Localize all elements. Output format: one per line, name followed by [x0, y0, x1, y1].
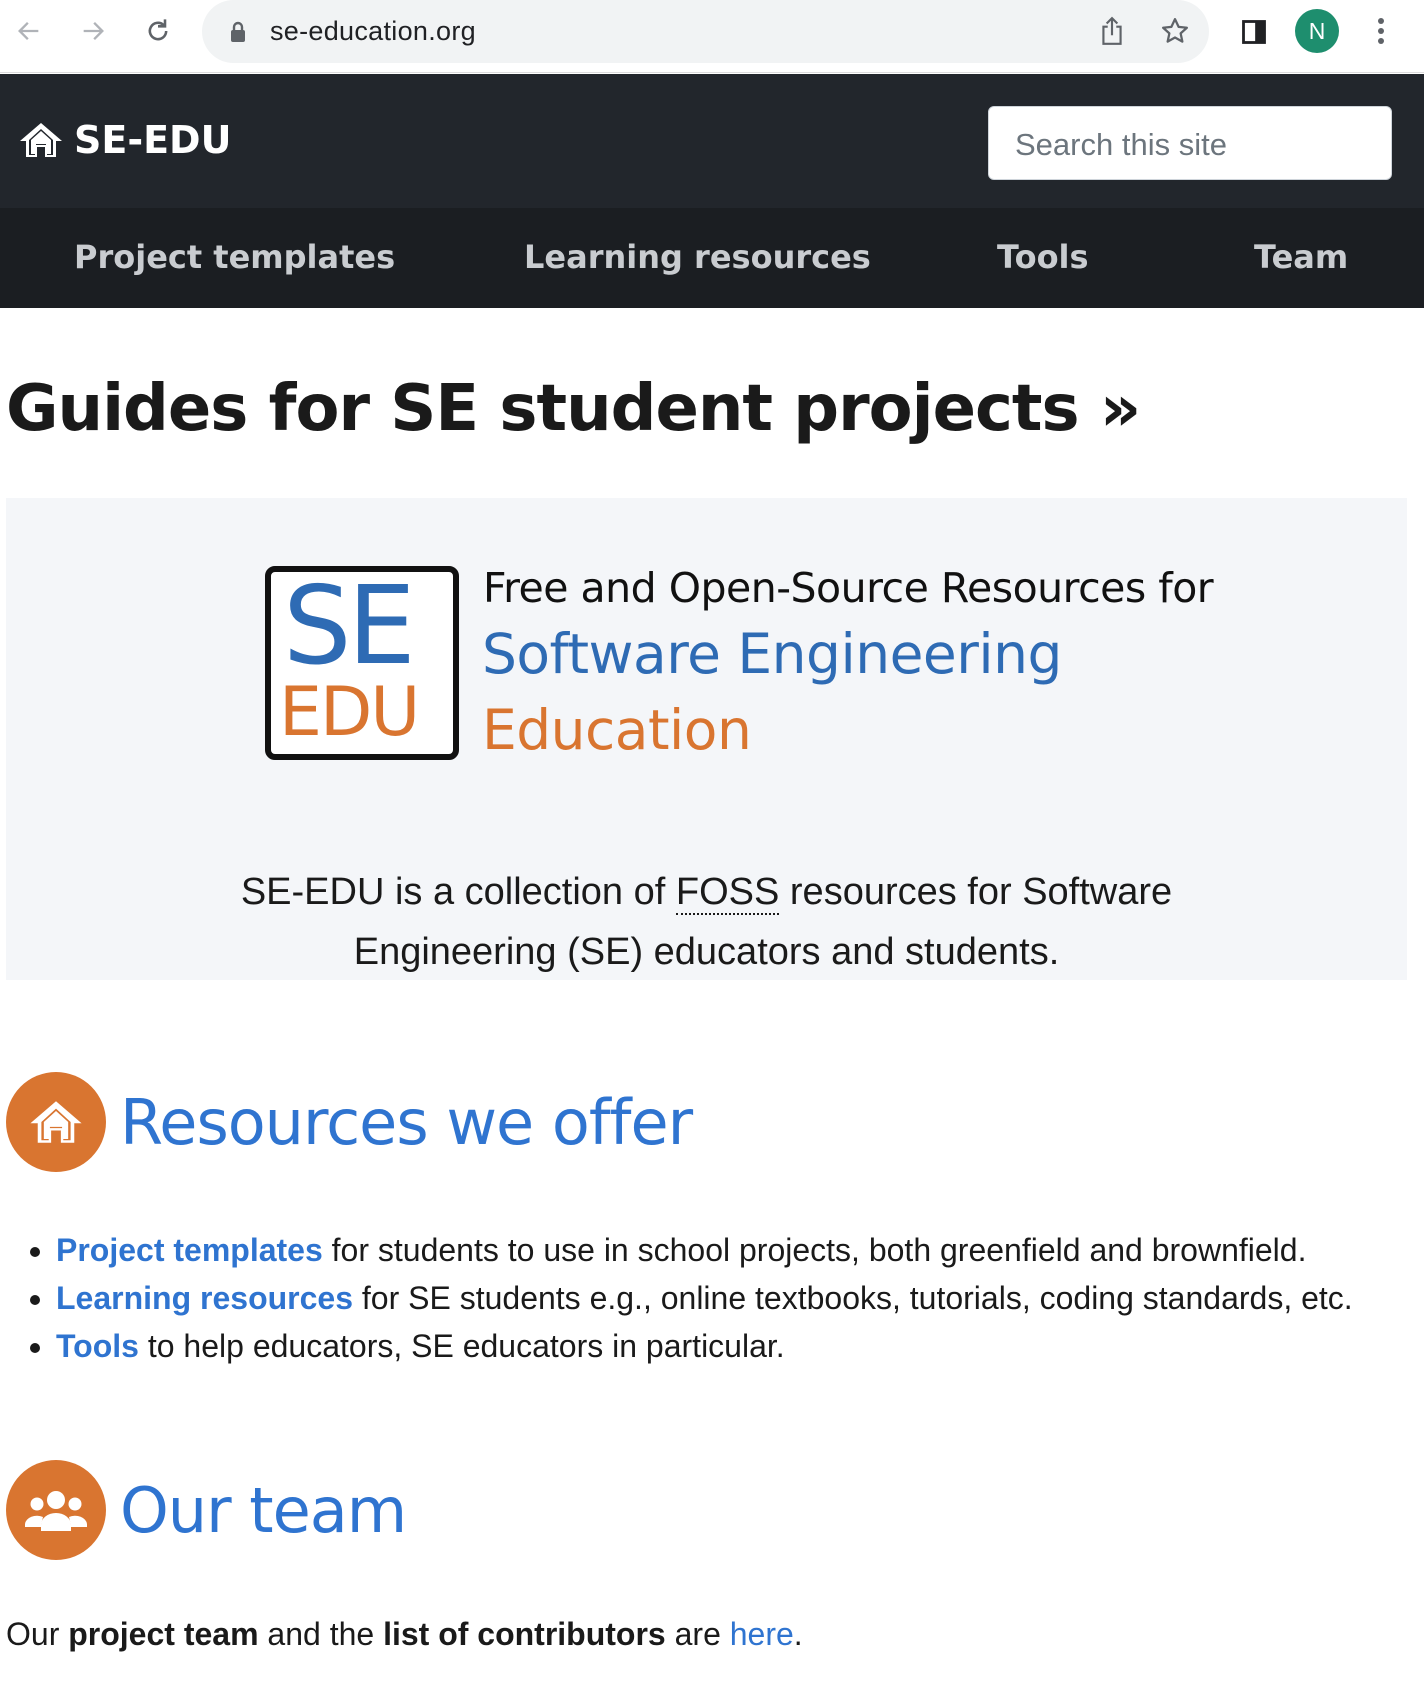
lock-icon	[226, 18, 250, 46]
team-text-2: and the	[258, 1616, 384, 1652]
hero-description: SE-EDU is a collection of FOSS resources…	[6, 862, 1407, 982]
page-title[interactable]: Guides for SE student projects »	[6, 372, 1141, 446]
main-nav: Project templates Learning resources Too…	[0, 208, 1424, 308]
profile-avatar[interactable]: N	[1295, 9, 1339, 53]
list-item: Learning resources for SE students e.g.,…	[56, 1274, 1353, 1322]
users-circle-icon	[6, 1460, 106, 1560]
nav-item-learning-resources[interactable]: Learning resources	[524, 238, 871, 276]
se-edu-logo: SE EDU	[265, 566, 459, 760]
team-text-1: Our	[6, 1616, 69, 1652]
nav-item-tools[interactable]: Tools	[997, 238, 1089, 276]
team-text-4: .	[793, 1616, 803, 1652]
project-templates-link[interactable]: Project templates	[56, 1232, 323, 1268]
forward-arrow-icon[interactable]	[76, 14, 110, 48]
list-item-text: to help educators, SE educators in parti…	[138, 1328, 785, 1364]
search-input[interactable]: Search this site	[988, 106, 1392, 180]
desc-line2: Engineering (SE) educators and students.	[353, 931, 1060, 973]
desc-line1-after: resources for Software	[779, 871, 1173, 913]
tools-link[interactable]: Tools	[56, 1328, 139, 1364]
resources-list: Project templates for students to use in…	[20, 1226, 1353, 1370]
here-link[interactable]: here	[730, 1616, 794, 1652]
nav-item-project-templates[interactable]: Project templates	[74, 238, 395, 276]
list-item: Project templates for students to use in…	[56, 1226, 1353, 1274]
tagline-line-1: Free and Open-Source Resources for	[483, 564, 1214, 612]
hero-banner: SE EDU Free and Open-Source Resources fo…	[6, 498, 1407, 980]
home-circle-icon	[6, 1072, 106, 1172]
back-arrow-icon[interactable]	[12, 14, 46, 48]
contributors-bold: list of contributors	[383, 1616, 666, 1652]
logo-se-text: SE	[283, 564, 416, 689]
browser-toolbar: se-education.org N	[0, 0, 1424, 73]
brand-link[interactable]: SE-EDU	[18, 118, 231, 162]
bookmark-star-icon[interactable]	[1158, 14, 1192, 48]
team-paragraph: Our project team and the list of contrib…	[6, 1616, 803, 1653]
url-text: se-education.org	[270, 16, 476, 46]
team-heading: Our team	[6, 1460, 407, 1560]
resources-title[interactable]: Resources we offer	[120, 1086, 693, 1159]
brand-name: SE-EDU	[74, 118, 232, 162]
address-bar[interactable]: se-education.org	[202, 0, 1209, 63]
share-icon[interactable]	[1096, 14, 1128, 48]
nav-item-team[interactable]: Team	[1254, 238, 1348, 276]
logo-edu-text: EDU	[279, 673, 420, 752]
list-item: Tools to help educators, SE educators in…	[56, 1322, 1353, 1370]
more-menu-icon[interactable]	[1366, 14, 1396, 48]
resources-heading: Resources we offer	[6, 1072, 693, 1172]
tagline-line-2: Software Engineering	[482, 622, 1062, 686]
foss-abbr[interactable]: FOSS	[675, 871, 780, 915]
team-text-3: are	[665, 1616, 730, 1652]
reload-icon[interactable]	[141, 14, 175, 48]
home-icon	[20, 123, 62, 157]
site-header: SE-EDU Search this site	[0, 74, 1424, 208]
project-team-bold: project team	[68, 1616, 259, 1652]
learning-resources-link[interactable]: Learning resources	[56, 1280, 353, 1316]
desc-before: SE-EDU is a collection of	[240, 871, 676, 913]
side-panel-icon[interactable]	[1237, 15, 1271, 49]
list-item-text: for SE students e.g., online textbooks, …	[353, 1280, 1353, 1316]
list-item-text: for students to use in school projects, …	[322, 1232, 1307, 1268]
tagline-line-3: Education	[482, 698, 752, 762]
team-title[interactable]: Our team	[120, 1474, 407, 1547]
